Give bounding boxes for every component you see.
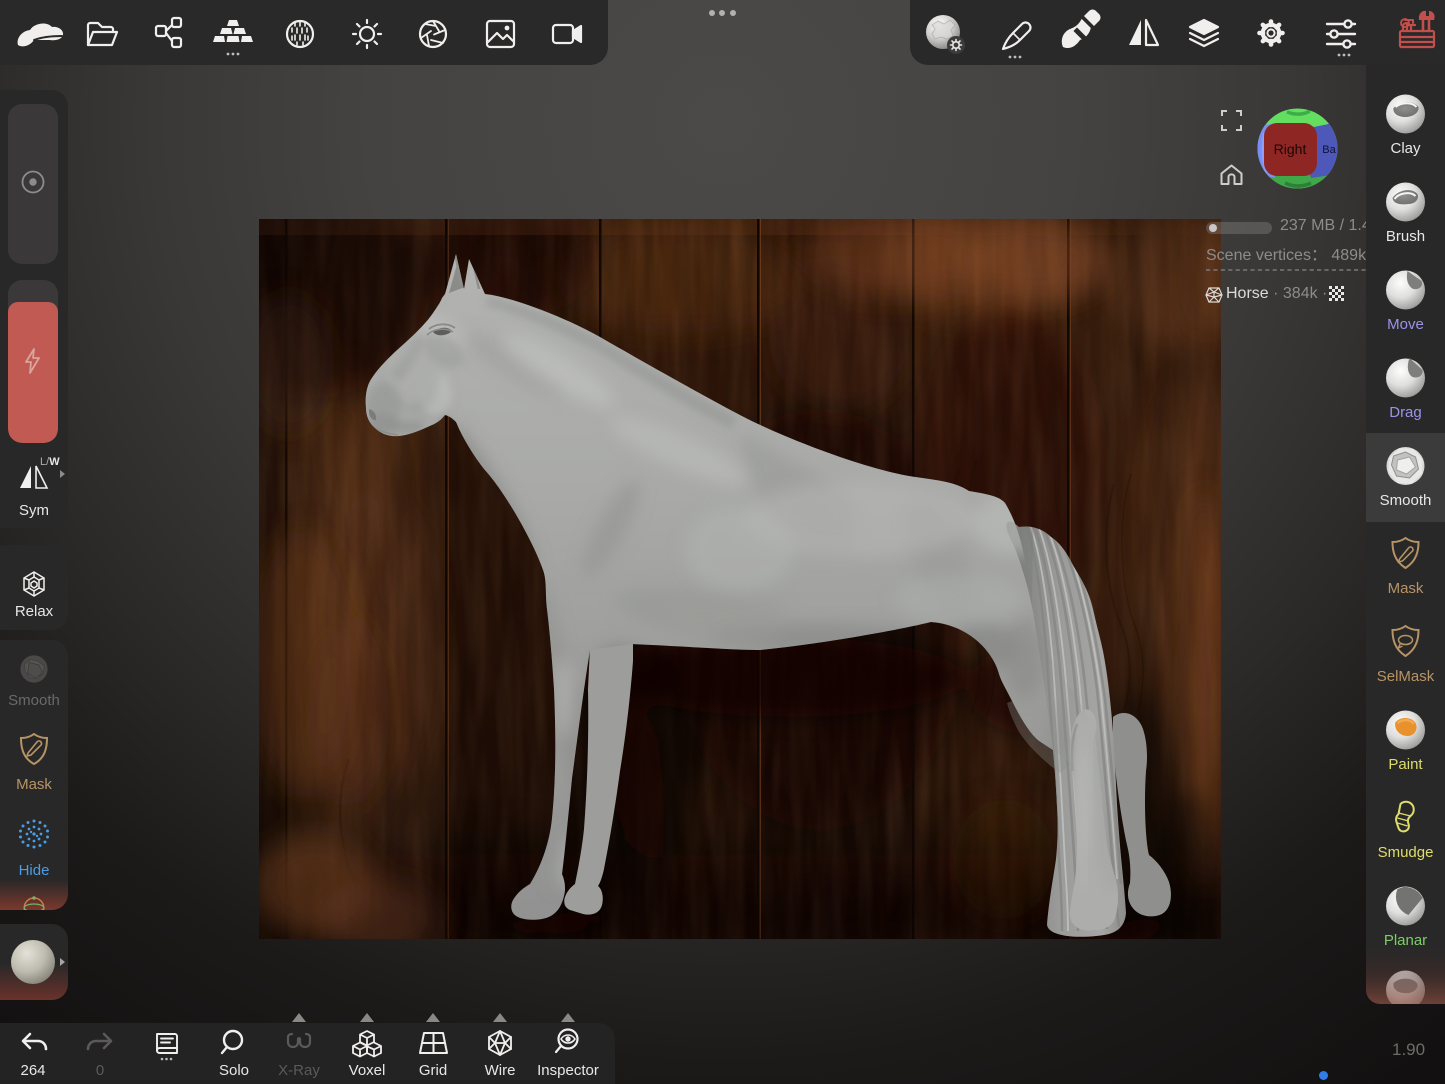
svg-text:0: 0 (96, 1062, 104, 1079)
svg-text:Mask: Mask (1388, 580, 1424, 597)
svg-text:Planar: Planar (1384, 932, 1427, 949)
svg-text:Brush: Brush (1386, 228, 1425, 245)
svg-text:Ba: Ba (1322, 144, 1336, 156)
svg-text:X-Ray: X-Ray (278, 1062, 320, 1079)
svg-text:Smooth: Smooth (1380, 492, 1432, 509)
svg-text:Voxel: Voxel (349, 1062, 386, 1079)
svg-text:264: 264 (20, 1062, 45, 1079)
svg-text:SelMask: SelMask (1377, 668, 1435, 685)
svg-text:Smudge: Smudge (1378, 844, 1434, 861)
svg-text:Paint: Paint (1388, 756, 1423, 773)
svg-text:Clay: Clay (1390, 140, 1421, 157)
svg-text:Drag: Drag (1389, 404, 1422, 421)
svg-text:Grid: Grid (419, 1062, 447, 1079)
svg-text:Solo: Solo (219, 1062, 249, 1079)
svg-text:Move: Move (1387, 316, 1424, 333)
svg-text:Right: Right (1274, 141, 1307, 157)
svg-text:Inspector: Inspector (537, 1062, 599, 1079)
svg-text:Wire: Wire (485, 1062, 516, 1079)
